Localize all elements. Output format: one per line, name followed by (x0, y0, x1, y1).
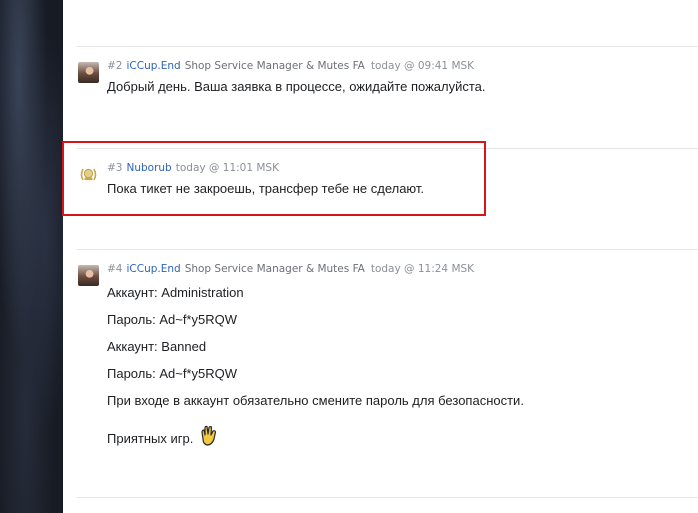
comment-line-with-emoji: Приятных игр. (107, 425, 219, 450)
comment-line: Аккаунт: Banned (107, 339, 207, 354)
divider (77, 46, 698, 47)
waving-hand-emoji-icon (199, 425, 219, 450)
comment-line: При входе в аккаунт обязательно смените … (107, 393, 524, 408)
username-link[interactable]: iCCup.End (126, 263, 180, 275)
comments-list: #2 iCCup.End Shop Service Manager & Mutes … (63, 0, 698, 513)
comment-number[interactable]: #4 (107, 263, 122, 275)
timestamp: today @ 09:41 MSK (370, 60, 475, 72)
comment-meta: #2 iCCup.End Shop Service Manager & Mutes … (107, 59, 474, 73)
comment-post-2: #2 iCCup.End Shop Service Manager & Mutes … (78, 59, 698, 102)
comment-number[interactable]: #2 (107, 60, 122, 72)
comment-meta: #4 iCCup.End Shop Service Manager & Mutes … (107, 262, 474, 276)
avatar[interactable] (78, 265, 99, 286)
background-artwork (0, 0, 63, 513)
user-role: Shop Service Manager & Mutes FA (184, 60, 365, 72)
comment-line: Пароль: Ad~f*y5RQW (107, 312, 237, 327)
comment-post-4: #4 iCCup.End Shop Service Manager & Mutes … (78, 262, 698, 455)
highlight-box (62, 141, 486, 216)
user-role: Shop Service Manager & Mutes FA (184, 263, 365, 275)
comment-text: Добрый день. Ваша заявка в процессе, ожи… (107, 79, 486, 94)
divider (77, 249, 698, 250)
timestamp: today @ 11:24 MSK (370, 263, 475, 275)
comment-line: Пароль: Ad~f*y5RQW (107, 366, 237, 381)
username-link[interactable]: iCCup.End (126, 60, 180, 72)
comment-line: Аккаунт: Administration (107, 285, 244, 300)
avatar[interactable] (78, 62, 99, 83)
divider (77, 497, 698, 498)
comment-line: Приятных игр. (107, 431, 194, 446)
